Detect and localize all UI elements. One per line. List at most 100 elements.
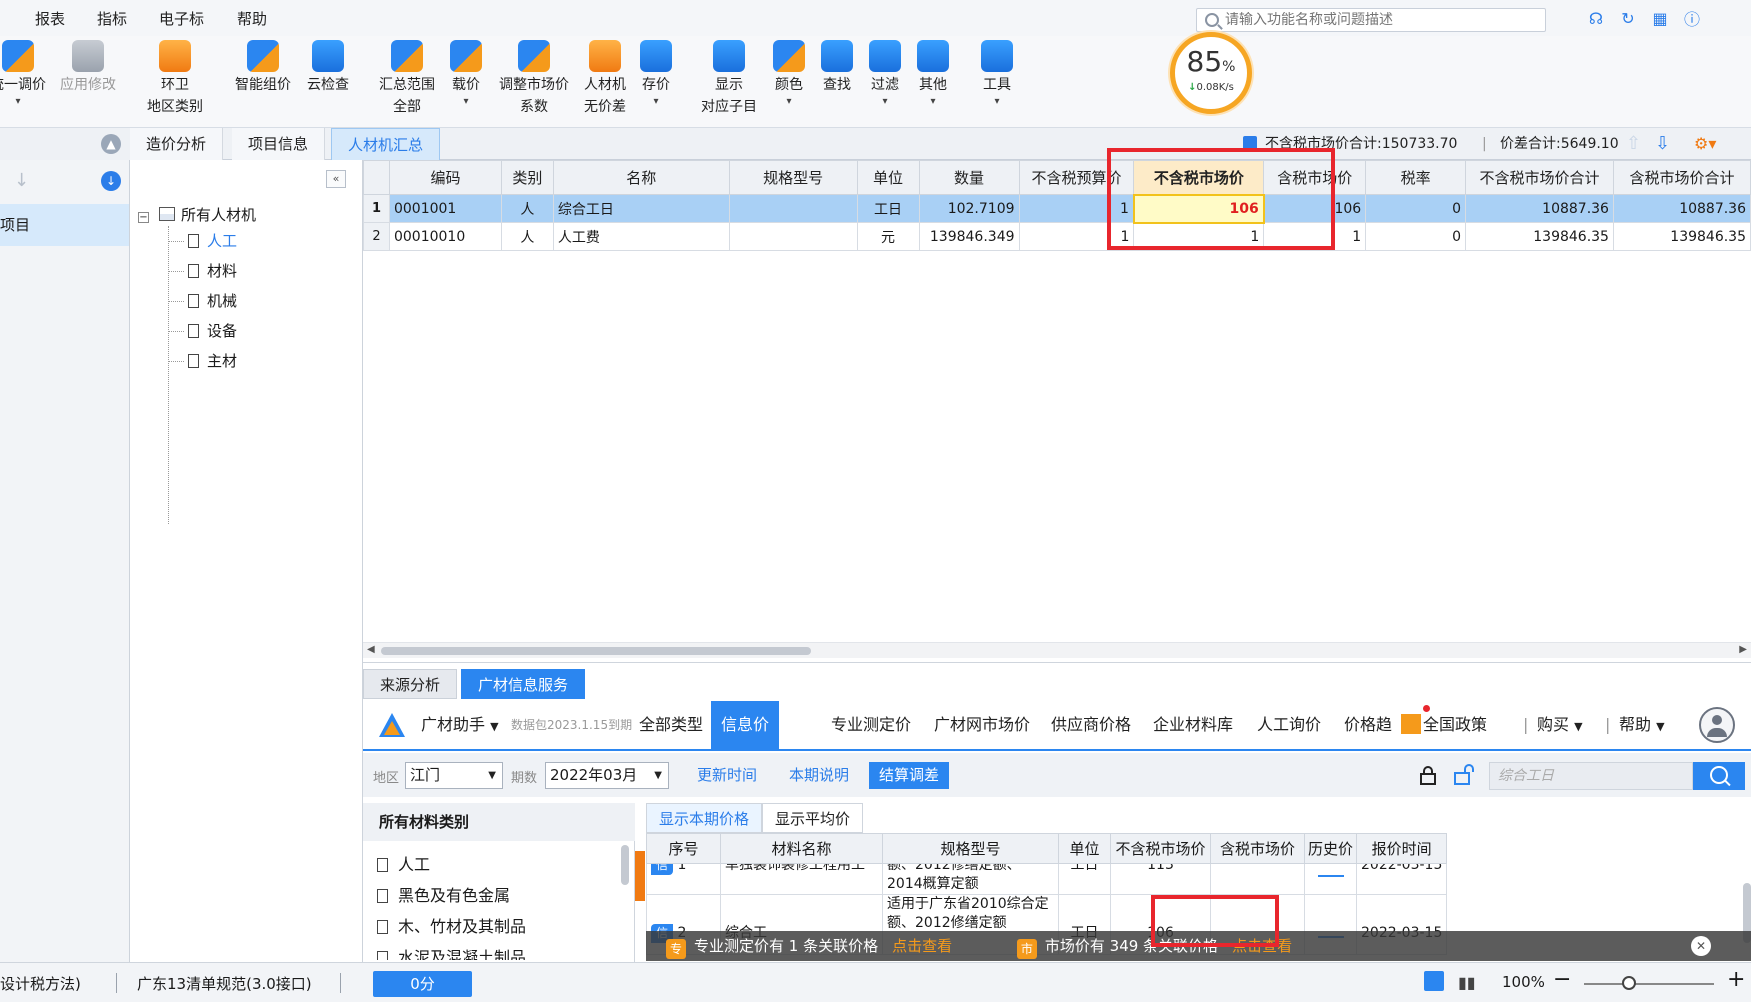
category-item-labor[interactable]: 人工 [377,851,430,875]
horizontal-scrollbar[interactable]: ◀ ▶ [363,642,1751,658]
price-header[interactable]: 单位 [1058,833,1111,864]
lock-icon[interactable] [1419,765,1437,785]
grid-header[interactable]: 含税市场价合计 [1612,160,1751,195]
side-collapse-handle[interactable] [635,851,645,901]
grid-header[interactable]: 不含税市场价合计 [1465,160,1614,195]
menu-e-bid[interactable]: 电子标 [159,2,204,35]
menu-help[interactable]: 帮助 [237,2,267,35]
category-item-wood[interactable]: 木、竹材及其制品 [377,913,526,937]
avatar[interactable] [1699,707,1735,743]
tab-average-price[interactable]: 显示平均价 [762,803,864,833]
zoom-out-icon[interactable]: − [1553,967,1571,992]
search-icon[interactable] [1693,762,1745,790]
table-row[interactable]: 1 0001001 人 综合工日 工日 102.7109 1 106 106 0… [363,193,1751,224]
gc-nav-enterprise-library[interactable]: 企业材料库 [1153,701,1233,749]
price-header[interactable]: 历史价 [1304,833,1357,864]
grid-header[interactable]: 单位 [856,160,920,195]
gc-nav-labor-inquiry[interactable]: 人工询价 [1257,701,1321,749]
arrow-up-icon[interactable]: ⇧ [1626,128,1641,160]
period-desc-button[interactable]: 本期说明 [779,762,859,789]
arrow-down-icon[interactable]: ⇩ [1655,128,1670,160]
period-select[interactable]: 2022年03月 ▼ [545,762,669,789]
zoom-slider[interactable] [1584,983,1714,985]
scroll-left-icon[interactable]: ◀ [367,644,375,655]
notice-professional-link[interactable]: 点击查看 [892,937,952,955]
scroll-thumb[interactable] [381,647,811,655]
color-button[interactable]: 颜色 ▾ [772,40,806,108]
headset-icon[interactable]: ☊ [1585,8,1607,28]
collapse-left-icon[interactable]: « [326,170,346,188]
load-price-button[interactable]: 载价 ▾ [448,40,484,108]
zoom-slider-handle[interactable] [1622,976,1636,990]
no-price-diff-button[interactable]: 人材机 无价差 [580,40,630,118]
tab-project-info[interactable]: 项目信息 [232,128,326,160]
grid-header[interactable]: 规格型号 [728,160,858,195]
save-price-button[interactable]: 存价 ▾ [638,40,674,108]
refresh-icon[interactable]: ↻ [1617,8,1639,28]
tree-node-machine[interactable]: 机械 [168,290,237,311]
grid-header[interactable]: 数量 [918,160,1020,195]
region-select[interactable]: 江门 ▼ [405,762,503,789]
unified-price-button[interactable]: 统一调价 ▾ [0,40,50,108]
trend-chart-icon[interactable] [1317,865,1344,877]
gc-brand-dropdown[interactable]: 广材助手 ▼ [421,701,499,749]
tree-node-material[interactable]: 材料 [168,260,237,281]
project-item[interactable]: 项目 [0,204,129,246]
tab-cost-analysis[interactable]: 造价分析 [130,128,224,160]
function-search-box[interactable] [1196,8,1546,32]
tab-material-summary[interactable]: 人材机汇总 [331,128,441,160]
download-icon[interactable]: ↓ [101,171,121,191]
function-search-input[interactable] [1225,12,1525,28]
table-row[interactable]: 2 00010010 人 人工费 元 139846.349 1 1 1 0 13… [363,222,1751,251]
price-header[interactable]: 报价时间 [1355,833,1448,864]
gc-nav-help[interactable]: 帮助 ▼ [1619,701,1665,749]
grid-header[interactable]: 类别 [500,160,554,195]
tab-source-analysis[interactable]: 来源分析 [363,669,458,699]
tools-button[interactable]: 工具 ▾ [980,40,1014,108]
apply-changes-button[interactable]: 应用修改 [56,40,120,96]
gc-nav-market-price[interactable]: 广材网市场价 [934,701,1030,749]
gc-nav-national-policy[interactable]: 全国政策 [1401,701,1487,749]
price-header[interactable]: 含税市场价 [1210,833,1305,864]
settings-icon[interactable]: ⚙▾ [1694,128,1716,160]
price-header[interactable]: 规格型号 [882,833,1059,864]
tree-node-equipment[interactable]: 设备 [168,320,237,341]
tree-node-labor[interactable]: 人工 [168,230,237,251]
score-badge[interactable]: 0分 [373,971,472,997]
zoom-in-icon[interactable]: + [1727,967,1745,992]
gc-nav-buy[interactable]: 购买 ▼ [1537,701,1583,749]
scroll-right-icon[interactable]: ▶ [1739,644,1747,655]
tree-node-main-material[interactable]: 主材 [168,350,237,371]
grid-header[interactable]: 名称 [552,160,730,195]
collapse-up-icon[interactable]: ▲ [101,134,121,154]
gc-nav-price-trend[interactable]: 价格趋 [1344,701,1392,749]
menu-report[interactable]: 报表 [35,2,65,35]
layout-full-icon[interactable] [1424,971,1444,991]
grid-header[interactable]: 税率 [1365,160,1467,195]
filter-button[interactable]: 过滤 ▾ [868,40,902,108]
layout-split-icon[interactable]: ▮▮ [1458,973,1476,992]
show-subitem-button[interactable]: 显示 对应子目 [696,40,762,118]
move-down-icon[interactable]: ↓ [14,170,29,191]
grid-header[interactable]: 编码 [388,160,502,195]
table-row[interactable]: 信 1 单独装饰装修工程用工 额、2012修缮定额、 2014概算定额 工日 11… [646,863,1448,895]
network-speed-widget[interactable]: 85% ↓0.08K/s [1170,32,1252,114]
unlock-icon[interactable] [1453,763,1477,787]
region-category-button[interactable]: 环卫 地区类别 [142,40,208,118]
gc-nav-supplier-price[interactable]: 供应商价格 [1051,701,1131,749]
price-header[interactable]: 序号 [646,833,721,864]
adjust-market-price-button[interactable]: 调整市场价 系数 [494,40,574,118]
material-search-input[interactable]: 综合工日 [1489,762,1693,790]
gc-nav-professional-price[interactable]: 专业测定价 [831,701,911,749]
category-item-metal[interactable]: 黑色及有色金属 [377,882,510,906]
tree-expand-icon[interactable]: − [138,212,149,223]
tree-root[interactable]: − 所有人材机 [138,204,256,225]
menu-index[interactable]: 指标 [97,2,127,35]
cloud-check-button[interactable]: 云检查 [304,40,352,96]
close-icon[interactable]: ✕ [1691,936,1711,956]
summary-range-button[interactable]: 汇总范围 全部 [374,40,440,118]
price-header[interactable]: 材料名称 [720,833,883,864]
gc-nav-info-price[interactable]: 信息价 [711,701,780,749]
tab-gc-info-service[interactable]: 广材信息服务 [461,669,586,699]
gc-nav-all-types[interactable]: 全部类型 [639,701,703,749]
